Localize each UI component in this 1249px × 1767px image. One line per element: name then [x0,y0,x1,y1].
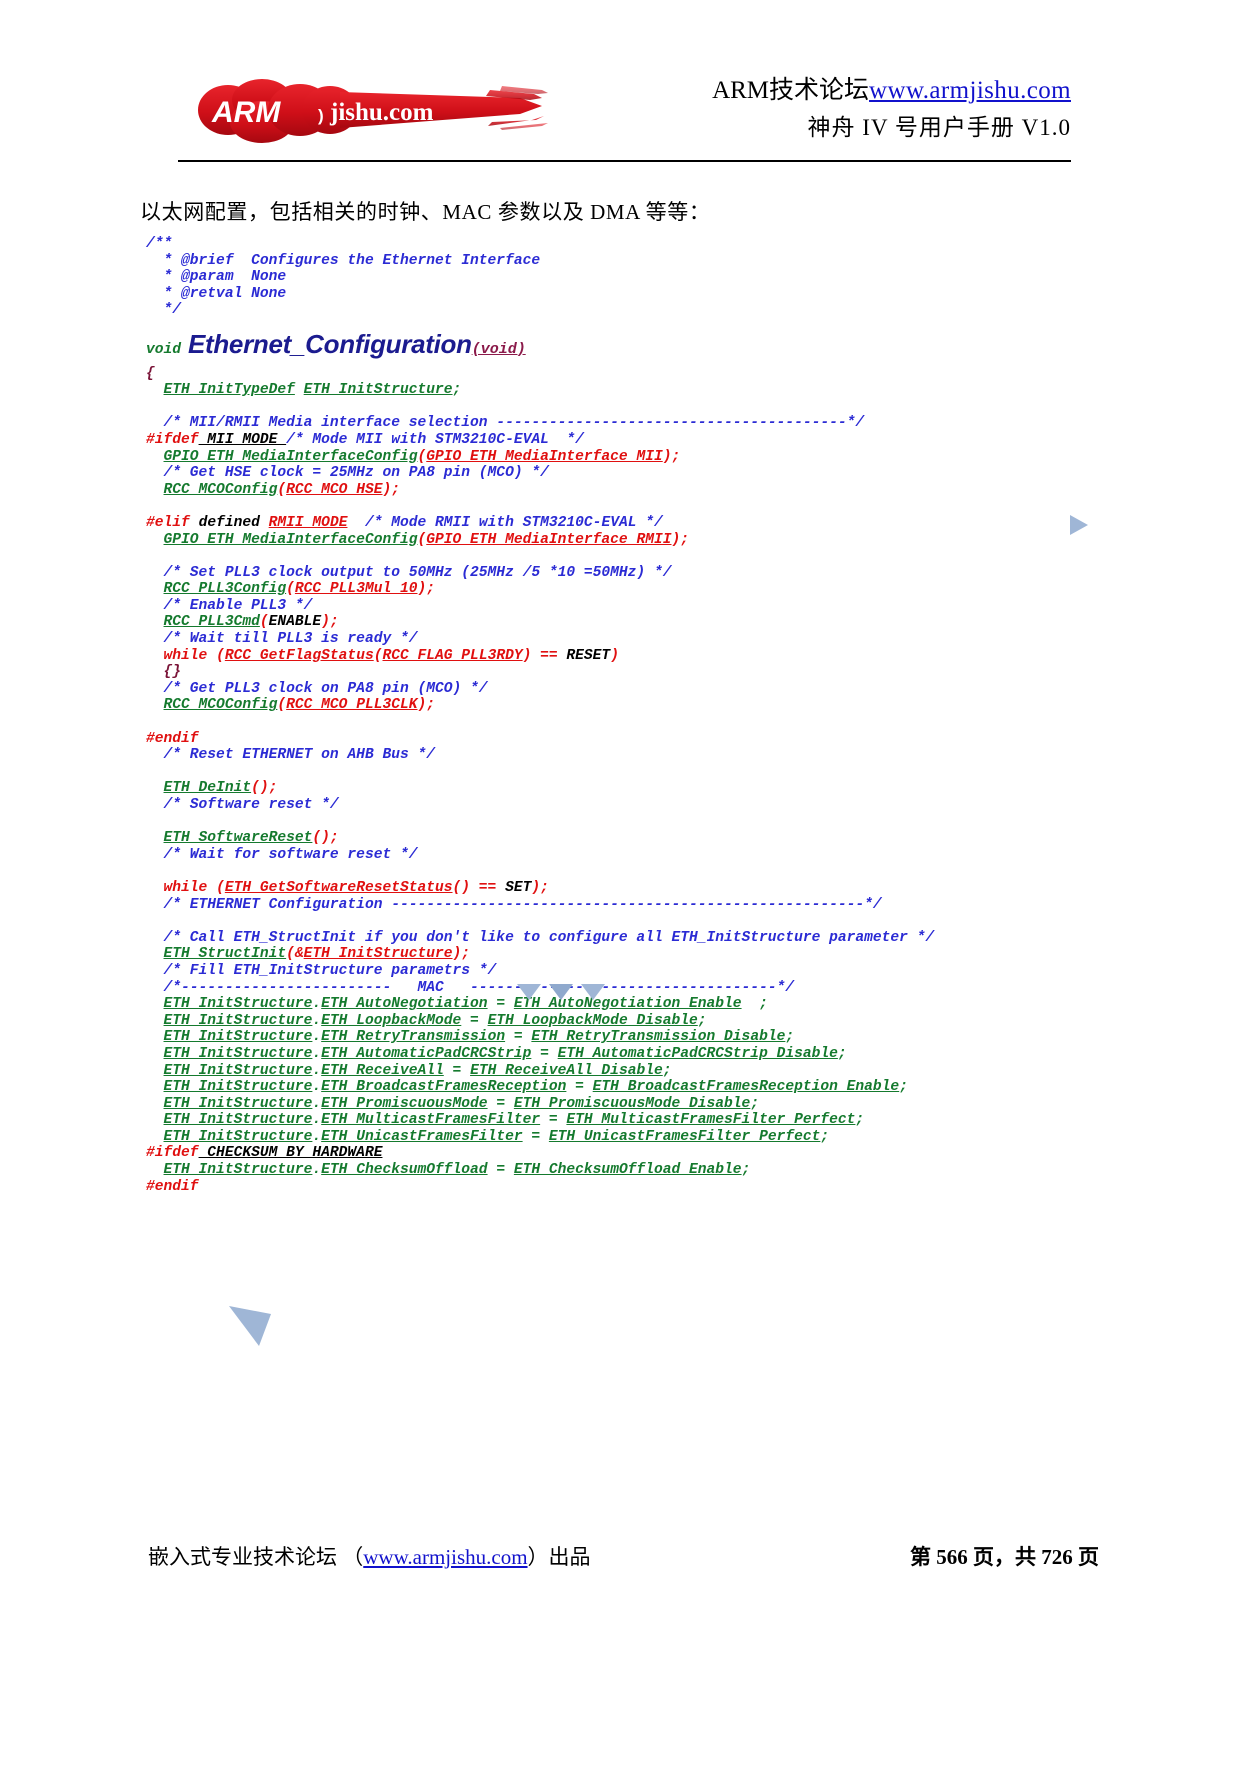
header-right-block: ARM技术论坛www.armjishu.com 神舟 IV 号用户手册 V1.0 [451,74,1071,148]
code-line: #ifdef MII_MODE /* Mode MII with STM3210… [146,431,584,448]
code-line: RCC_PLL3Config(RCC_PLL3Mul_10); [163,581,436,598]
function-params: (void) [471,340,526,358]
code-line: #endif [146,1178,199,1195]
function-signature: void Ethernet_Configuration(void) [146,331,1146,366]
code-line: RCC_MCOConfig(RCC_MCO_PLL3CLK); [163,697,436,714]
code-line: { [146,365,155,382]
code-line: /* Get PLL3 clock on PA8 pin (MCO) */ [146,680,488,697]
footer-credit-suffix: ）出品 [527,1545,591,1569]
code-line: ETH_InitStructure.ETH_MulticastFramesFil… [163,1112,865,1129]
code-line: #elif defined RMII_MODE /* Mode RMII wit… [146,514,663,531]
code-line: ETH_InitStructure.ETH_UnicastFramesFilte… [163,1128,830,1145]
code-block: /** * @brief Configures the Ethernet Int… [146,236,1146,1195]
code-line: ETH_InitTypeDef ETH_InitStructure; [163,382,462,399]
header-forum-line: ARM技术论坛www.armjishu.com [451,74,1071,108]
code-line: * @retval None [146,285,287,302]
svg-text:ARM: ARM [211,96,281,129]
code-line: /* Wait for software reset */ [146,846,418,863]
code-line: #endif [146,730,199,747]
code-line: ETH_DeInit(); [163,780,278,797]
document-page: ARM ) jishu.com ARM技术论坛www.armjishu.com … [0,0,1249,1767]
header-forum-label: ARM技术论坛 [712,77,870,104]
code-line: /* ETHERNET Configuration --------------… [146,896,882,913]
code-line: while (RCC_GetFlagStatus(RCC_FLAG_PLL3RD… [163,647,619,664]
code-line: #ifdef CHECKSUM_BY_HARDWARE [146,1145,383,1162]
footer-page-number: 第 566 页，共 726 页 [910,1545,1099,1569]
code-line: ETH_InitStructure.ETH_PromiscuousMode = … [163,1095,760,1112]
code-line: * @param None [146,269,287,286]
page-footer: 嵌入式专业技术论坛 （www.armjishu.com）出品 第 566 页，共… [140,1541,1109,1581]
code-line: while (ETH_GetSoftwareResetStatus() == S… [163,879,549,896]
code-line: /* Reset ETHERNET on AHB Bus */ [146,747,436,764]
function-return-type: void [146,341,182,358]
footer-credit-prefix: 嵌入式专业技术论坛 （ [148,1545,364,1569]
code-line: /* Set PLL3 clock output to 50MHz (25MHz… [146,564,672,581]
arrow-marker-bottom-left [225,1300,277,1352]
code-line: * @brief Configures the Ethernet Interfa… [146,252,541,269]
code-line: {} [146,664,182,681]
code-line: ETH_InitStructure.ETH_AutoNegotiation = … [163,996,768,1013]
code-line: ETH_InitStructure.ETH_BroadcastFramesRec… [163,1079,908,1096]
code-line: RCC_MCOConfig(RCC_MCO_HSE); [163,481,400,498]
code-line: /* MII/RMII Media interface selection --… [146,415,865,432]
code-line: */ [146,302,182,319]
code-line: /* Call ETH_StructInit if you don't like… [146,929,935,946]
code-line: /* Fill ETH_InitStructure parametrs */ [146,962,497,979]
code-line: GPIO_ETH_MediaInterfaceConfig(GPIO_ETH_M… [163,531,689,548]
code-line: /* Wait till PLL3 is ready */ [146,631,418,648]
footer-url[interactable]: www.armjishu.com [363,1545,527,1569]
function-name: Ethernet_Configuration [181,328,472,359]
code-line: ETH_StructInit(&ETH_InitStructure); [163,946,471,963]
code-line: /* Enable PLL3 */ [146,597,313,614]
intro-paragraph: 以太网配置，包括相关的时钟、MAC 参数以及 DMA 等等： [140,200,711,224]
code-line: ETH_SoftwareReset(); [163,830,339,847]
code-line: ETH_InitStructure.ETH_AutomaticPadCRCStr… [163,1045,847,1062]
code-line: RCC_PLL3Cmd(ENABLE); [163,614,339,631]
code-line: /* Software reset */ [146,797,339,813]
code-line: /** [146,236,173,252]
header-divider [178,160,1071,162]
footer-credit: 嵌入式专业技术论坛 （www.armjishu.com）出品 [148,1541,591,1571]
code-line: ETH_InitStructure.ETH_ChecksumOffload = … [163,1162,751,1179]
page-header: ARM ) jishu.com ARM技术论坛www.armjishu.com … [178,62,1071,162]
code-line: ETH_InitStructure.ETH_RetryTransmission … [163,1029,795,1046]
code-line: /* Get HSE clock = 25MHz on PA8 pin (MCO… [146,465,549,482]
header-forum-url[interactable]: www.armjishu.com [869,77,1071,104]
code-line: GPIO_ETH_MediaInterfaceConfig(GPIO_ETH_M… [163,448,681,465]
svg-text:): ) [318,106,324,125]
header-manual-title: 神舟 IV 号用户手册 V1.0 [807,115,1071,140]
code-line: /*------------------------ MAC ---------… [146,979,795,996]
code-line: ETH_InitStructure.ETH_LoopbackMode = ETH… [163,1012,707,1029]
code-line: ETH_InitStructure.ETH_ReceiveAll = ETH_R… [163,1062,672,1079]
svg-text:jishu.com: jishu.com [329,99,434,126]
